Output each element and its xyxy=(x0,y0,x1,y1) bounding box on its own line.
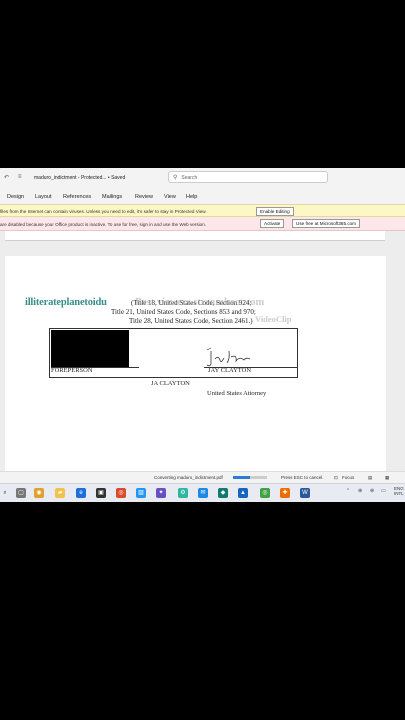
tab-review[interactable]: Review xyxy=(135,194,153,200)
conversion-progress xyxy=(233,476,267,479)
customize-toolbar-icon[interactable]: ≡ xyxy=(18,174,22,180)
conversion-status: Converting maduro_indictment.pdf xyxy=(154,475,223,480)
browser-icon[interactable]: ◉ xyxy=(34,488,44,498)
photos-icon[interactable]: ▨ xyxy=(136,488,146,498)
title-bar: ↶ ≡ maduro_indictment - Protected... • S… xyxy=(0,168,405,187)
watermark-tag: VideoClip xyxy=(255,314,292,324)
previous-page xyxy=(5,231,385,241)
document-canvas[interactable]: (Title 18, United States Code, Section 9… xyxy=(0,231,405,471)
task-view-icon[interactable]: ▢ xyxy=(16,488,26,498)
tab-view[interactable]: View xyxy=(164,194,176,200)
attorney-title: United States Attorney xyxy=(207,390,267,397)
chrome-icon[interactable]: ◎ xyxy=(116,488,126,498)
word-icon[interactable]: W xyxy=(300,488,310,498)
network-icon[interactable]: ⊛ xyxy=(358,488,362,494)
status-bar: Converting maduro_indictment.pdf Press E… xyxy=(0,471,405,483)
citation-line-3: Title 28, United States Code, Section 24… xyxy=(129,317,253,325)
redaction-box xyxy=(51,330,129,368)
settings-icon[interactable]: ⚙ xyxy=(178,488,188,498)
foreperson-label: FOREPERSON xyxy=(51,367,93,374)
edge-icon[interactable]: e xyxy=(76,488,86,498)
tab-design[interactable]: Design xyxy=(7,194,24,200)
tray-chevron-icon[interactable]: ⌃ xyxy=(346,488,350,494)
cancel-hint: Press ESC to cancel. xyxy=(281,475,324,480)
attorney-signature-label: JAY CLAYTON xyxy=(208,367,252,374)
activate-button[interactable]: Activate xyxy=(260,219,285,228)
signature-block: FOREPERSON JAY CLAYTON xyxy=(49,328,298,378)
mail-icon[interactable]: ✉ xyxy=(198,488,208,498)
file-explorer-icon[interactable]: ▰ xyxy=(55,488,65,498)
chrome2-icon[interactable]: ◎ xyxy=(260,488,270,498)
citation-line-2: Title 21, United States Code, Sections 8… xyxy=(111,308,256,316)
volume-icon[interactable]: ⊜ xyxy=(370,488,374,494)
app2-icon[interactable]: ▲ xyxy=(238,488,248,498)
language-indicator[interactable]: ENG INTL xyxy=(394,486,404,496)
focus-icon[interactable]: ⊡ xyxy=(334,475,338,481)
protected-view-message: files from the Internet can contain viru… xyxy=(0,209,207,214)
app-icon[interactable]: ✦ xyxy=(156,488,166,498)
enable-editing-button[interactable]: Enable Editing xyxy=(256,207,294,216)
teams-icon[interactable]: ◆ xyxy=(218,488,228,498)
attorney-name: JA CLAYTON xyxy=(151,380,190,387)
taskbar: ⌕ ▢ ◉ ▰ e ▣ ◎ ▨ ✦ ⚙ ✉ ◆ ▲ ◎ ✚ W ⌃ ⊛ ⊜ ▭ … xyxy=(0,483,405,502)
use-web-button[interactable]: Use free at Microsoft365.com xyxy=(292,219,360,228)
office-icon[interactable]: ✚ xyxy=(280,488,290,498)
print-layout-icon[interactable]: ▦ xyxy=(385,475,389,481)
document-page[interactable]: (Title 18, United States Code, Section 9… xyxy=(5,256,386,471)
tab-mailings[interactable]: Mailings xyxy=(102,194,122,200)
tab-help[interactable]: Help xyxy=(186,194,197,200)
focus-button[interactable]: Focus xyxy=(342,475,354,480)
watermark-channel: illiterateplanetoidu xyxy=(25,297,107,308)
conversion-progress-fill xyxy=(233,476,250,479)
undo-icon[interactable]: ↶ xyxy=(4,174,9,181)
watermark-site: Best viewers streamhoo .com xyxy=(135,297,265,308)
document-title: maduro_indictment - Protected... • Saved xyxy=(34,175,126,181)
search-box[interactable]: ⚲ Search xyxy=(168,171,328,183)
store-icon[interactable]: ▣ xyxy=(96,488,106,498)
protected-view-bar: files from the Internet can contain viru… xyxy=(0,204,405,217)
signature-scribble xyxy=(206,347,251,367)
search-icon: ⚲ xyxy=(173,175,178,181)
tab-references[interactable]: References xyxy=(63,194,91,200)
word-window: ↶ ≡ maduro_indictment - Protected... • S… xyxy=(0,168,405,502)
read-mode-icon[interactable]: ▤ xyxy=(368,475,372,481)
license-bar: are disabled because your Office product… xyxy=(0,217,405,231)
license-message: are disabled because your Office product… xyxy=(0,222,207,227)
lang-secondary: INTL xyxy=(394,491,404,496)
battery-icon[interactable]: ▭ xyxy=(381,488,386,494)
start-icon[interactable]: ⌕ xyxy=(0,488,10,498)
search-placeholder: Search xyxy=(181,175,198,181)
tab-layout[interactable]: Layout xyxy=(35,194,52,200)
ribbon-tabs: Design Layout References Mailings Review… xyxy=(0,187,405,204)
